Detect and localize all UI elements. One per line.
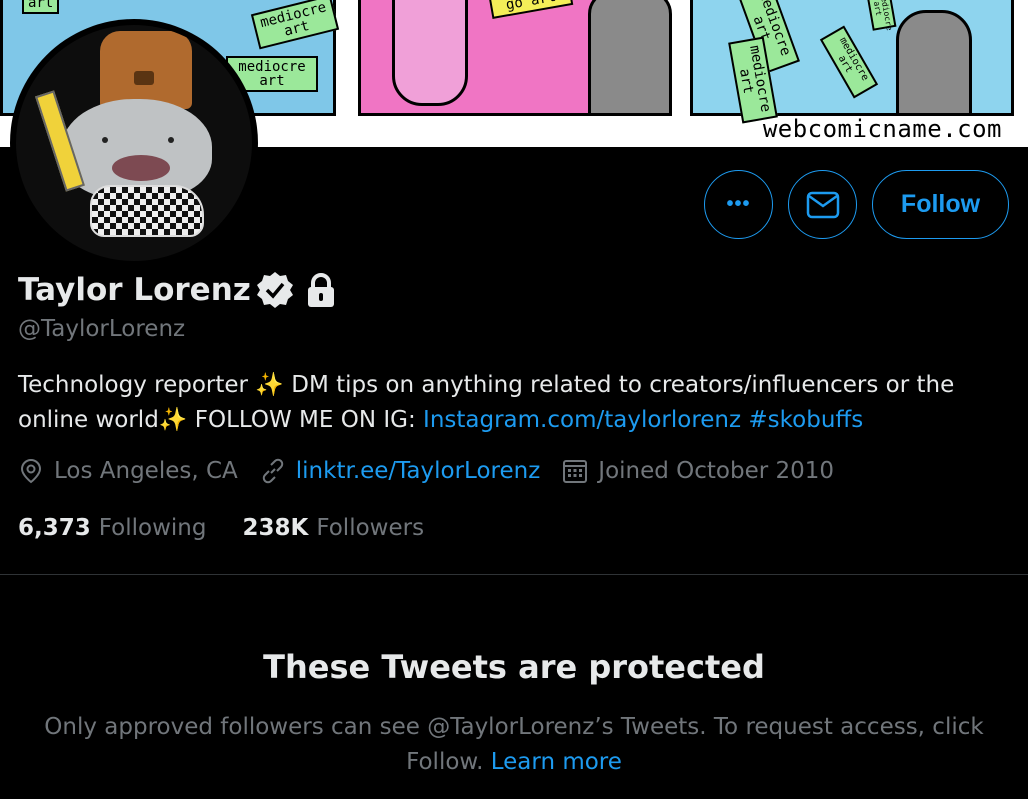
verified-badge-icon [256, 272, 293, 308]
comic-character [896, 10, 972, 116]
handle: @TaylorLorenz [18, 316, 186, 342]
followers-count: 238K [242, 515, 309, 541]
divider [0, 574, 1028, 575]
envelope-icon [806, 191, 839, 218]
name-row: Taylor Lorenz [18, 270, 341, 310]
hashtag-link[interactable]: #skobuffs [748, 407, 863, 433]
bio-text: Technology reporter [18, 372, 256, 398]
lock-icon [307, 273, 334, 307]
learn-more-link[interactable]: Learn more [491, 749, 622, 775]
bio-text: FOLLOW ME ON IG: [187, 407, 424, 433]
location-pin-icon [20, 458, 42, 484]
location-item: Los Angeles, CA [18, 458, 238, 484]
joined-item: Joined October 2010 [562, 458, 834, 484]
follow-button[interactable]: Follow [872, 170, 1009, 239]
website-link[interactable]: linktr.ee/TaylorLorenz [296, 458, 541, 484]
comic-sign: art [22, 0, 60, 14]
link-icon [262, 458, 284, 484]
calendar-icon [563, 460, 588, 483]
profile-meta: Los Angeles, CA linktr.ee/TaylorLorenz J… [18, 458, 856, 484]
location-text: Los Angeles, CA [54, 458, 238, 484]
instagram-link[interactable]: Instagram.com/taylorlorenz [423, 407, 741, 433]
comic-character [392, 0, 468, 106]
message-button[interactable] [788, 170, 857, 239]
protected-title: These Tweets are protected [263, 648, 765, 686]
shoe-graphic [90, 185, 204, 237]
following-count: 6,373 [18, 515, 91, 541]
more-icon: ••• [726, 193, 751, 215]
followers-label: Followers [316, 515, 425, 541]
follow-label: Follow [900, 190, 981, 218]
avatar[interactable] [10, 19, 258, 267]
joined-text: Joined October 2010 [598, 458, 835, 484]
more-options-button[interactable]: ••• [704, 170, 773, 239]
display-name: Taylor Lorenz [18, 272, 251, 308]
bio: Technology reporter ✨ DM tips on anythin… [18, 368, 1008, 438]
follow-stats: 6,373 Following 238K Followers [18, 515, 460, 541]
following-label: Following [98, 515, 207, 541]
followers-stat[interactable]: 238K Followers [242, 515, 424, 541]
website-item: linktr.ee/TaylorLorenz [260, 458, 541, 484]
banner-url-text: webcomicname.com [762, 115, 1002, 143]
following-stat[interactable]: 6,373 Following [18, 515, 206, 541]
sparkles-emoji: ✨ [255, 372, 284, 398]
sparkles-emoji: ✨ [158, 407, 188, 433]
beanie-graphic [100, 31, 192, 109]
avatar-image [16, 25, 252, 261]
protected-message: Only approved followers can see @TaylorL… [40, 710, 988, 780]
comic-character [588, 0, 672, 116]
